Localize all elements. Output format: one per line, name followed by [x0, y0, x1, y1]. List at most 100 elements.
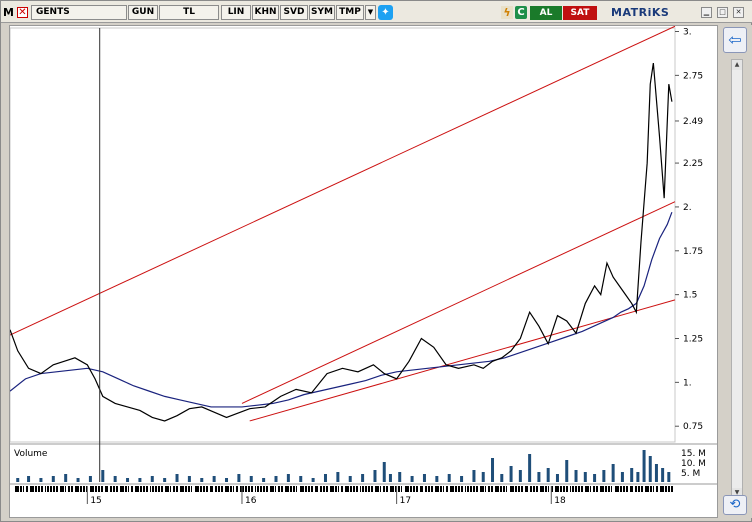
time-tick-mark: [60, 486, 62, 492]
time-tick-mark: [105, 486, 107, 492]
price-tick-label: 0.75: [683, 422, 703, 432]
symbol-field[interactable]: GENTS: [31, 5, 127, 20]
time-tick-mark: [437, 486, 439, 492]
time-tick-mark: [71, 486, 73, 492]
chart-panel[interactable]: 3. 2.75 2.49 2.25 2. 1.75 1.5 1.25 1. 0.75 15. M 10…: [9, 25, 718, 518]
period-button[interactable]: GUN: [128, 5, 158, 20]
volume-bar: [163, 478, 167, 482]
time-tick-mark: [281, 486, 283, 492]
time-tick-mark: [125, 486, 127, 492]
volume-bar: [187, 476, 191, 482]
minimize-icon[interactable]: ▁: [701, 7, 712, 18]
time-tick-mark: [92, 486, 94, 492]
khn-button[interactable]: KHN: [252, 5, 279, 20]
time-tick-mark: [510, 486, 512, 492]
back-arrow-button[interactable]: ⇦: [723, 27, 747, 53]
scroll-up-icon[interactable]: ▲: [732, 60, 742, 70]
volume-bar: [113, 476, 117, 482]
time-tick-mark: [225, 486, 227, 492]
time-tick-mark: [362, 486, 364, 492]
buy-button[interactable]: AL: [530, 6, 562, 20]
volume-bar: [654, 464, 658, 482]
plot-area: [10, 27, 676, 443]
time-tick-mark: [275, 486, 276, 492]
currency-button[interactable]: TL: [159, 5, 219, 20]
time-tick-mark: [465, 486, 466, 492]
time-tick-mark: [488, 486, 490, 492]
volume-bar: [27, 476, 31, 482]
time-tick-mark: [431, 486, 433, 492]
close-icon[interactable]: ✕: [733, 7, 744, 18]
volume-bar: [460, 476, 464, 482]
time-tick-mark: [581, 486, 583, 492]
volume-bar: [491, 458, 495, 482]
time-tick-mark: [35, 486, 37, 492]
time-tick-mark: [563, 486, 565, 492]
maximize-icon[interactable]: □: [717, 7, 728, 18]
time-tick-mark: [270, 486, 272, 492]
price-line: [10, 62, 673, 422]
price-tick-label: 1.: [683, 378, 692, 388]
twitter-icon[interactable]: ✦: [378, 5, 393, 20]
time-tick-mark: [23, 486, 24, 492]
time-tick-mark: [62, 486, 64, 492]
year-tick-label: 16: [245, 496, 257, 506]
sym-button[interactable]: SYM: [309, 5, 335, 20]
brand-logo: MATRiKS: [611, 6, 670, 19]
volume-bar: [150, 476, 154, 482]
volume-bar: [422, 474, 426, 482]
right-sidebar: ⇦ ▲ ▼ ⟲: [719, 25, 752, 518]
price-tick-label: 1.25: [683, 335, 703, 345]
c-icon[interactable]: C: [515, 6, 527, 19]
time-tick-mark: [311, 486, 313, 492]
volume-bar: [574, 470, 578, 482]
time-tick-mark: [83, 486, 85, 492]
time-tick-mark: [101, 486, 103, 492]
time-tick-mark: [287, 486, 289, 492]
time-tick-mark: [30, 486, 32, 492]
price-chart[interactable]: 3. 2.75 2.49 2.25 2. 1.75 1.5 1.25 1. 0.75 15. M10…: [10, 26, 717, 517]
checkbox-icon[interactable]: ✕: [17, 7, 28, 18]
time-tick-mark: [50, 486, 52, 492]
time-tick-mark: [107, 486, 108, 492]
time-tick-mark: [596, 486, 598, 492]
price-tick-label: 2.75: [683, 71, 703, 81]
vertical-scrollbar[interactable]: ▲ ▼: [731, 59, 743, 499]
time-tick-mark: [590, 486, 591, 492]
volume-bar: [200, 478, 204, 482]
sell-button[interactable]: SAT: [563, 6, 597, 20]
volume-bar: [88, 476, 92, 482]
time-tick-mark: [150, 486, 151, 492]
time-tick-mark: [560, 486, 562, 492]
price-tick-label: 1.75: [683, 247, 703, 257]
time-tick-mark: [135, 486, 137, 492]
scale-button[interactable]: LIN: [221, 5, 251, 20]
tmp-button[interactable]: TMP: [336, 5, 364, 20]
time-tick-mark: [98, 486, 100, 492]
refresh-button[interactable]: ⟲: [723, 495, 747, 515]
svd-button[interactable]: SVD: [280, 5, 308, 20]
volume-bar: [528, 454, 532, 482]
time-tick-mark: [500, 486, 502, 492]
time-tick-mark: [575, 486, 577, 492]
volume-bar: [382, 462, 386, 482]
trend-line: [241, 201, 676, 404]
time-tick-mark: [668, 486, 670, 492]
volume-bar: [602, 470, 606, 482]
volume-bar: [481, 472, 485, 482]
time-tick-mark: [587, 486, 589, 492]
time-tick-mark: [653, 486, 654, 492]
volume-bar: [212, 476, 216, 482]
time-tick-mark: [491, 486, 493, 492]
time-tick-mark: [248, 486, 250, 492]
moving-average-line: [10, 211, 673, 408]
time-tick-mark: [191, 486, 192, 492]
volume-bar: [39, 478, 43, 482]
time-tick-mark: [422, 486, 423, 492]
time-tick-mark: [416, 486, 418, 492]
time-tick-mark: [602, 486, 604, 492]
time-tick-mark: [585, 486, 587, 492]
dropdown-arrow-icon[interactable]: ▼: [365, 5, 376, 20]
time-tick-mark: [41, 486, 43, 492]
lightning-icon[interactable]: ϟ: [501, 6, 513, 19]
